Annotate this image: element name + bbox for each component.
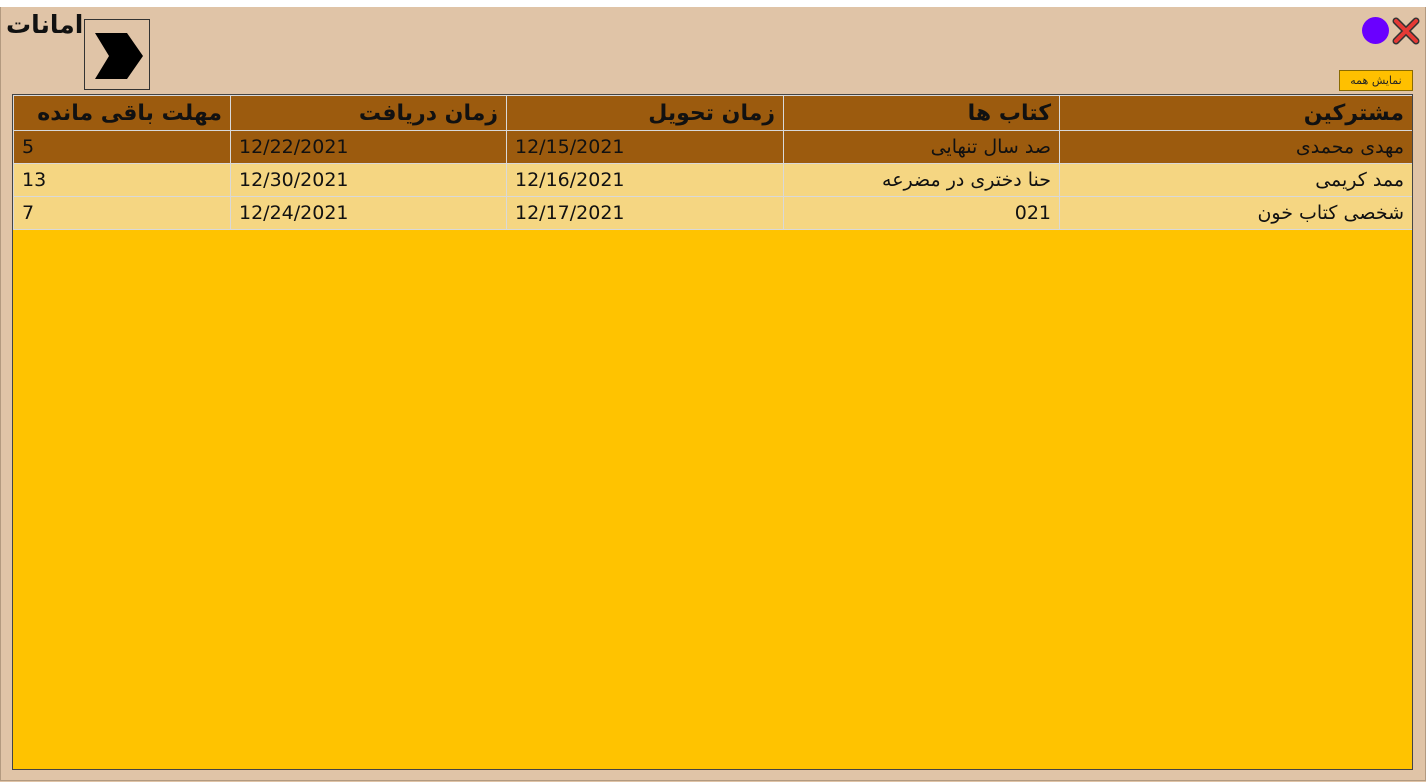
cell-member[interactable]: شخصی کتاب خون (1059, 196, 1412, 230)
cell-book[interactable]: حنا دختری در مضرعه (783, 163, 1060, 197)
page-title: امانات (6, 10, 84, 39)
cell-remaining[interactable]: 13 (13, 163, 231, 197)
column-header-receive-date[interactable]: زمان دریافت (230, 95, 507, 131)
cell-book[interactable]: صد سال تنهایی (783, 130, 1060, 164)
table-row[interactable]: مهدی محمدی صد سال تنهایی 12/15/2021 12/2… (13, 130, 1412, 164)
chevron-right-icon (95, 33, 143, 79)
table-row[interactable]: ممد کریمی حنا دختری در مضرعه 12/16/2021 … (13, 163, 1412, 197)
cell-receive-date[interactable]: 12/22/2021 (230, 130, 507, 164)
cell-member[interactable]: مهدی محمدی (1059, 130, 1412, 164)
cell-delivery-date[interactable]: 12/16/2021 (506, 163, 784, 197)
cell-remaining[interactable]: 7 (13, 196, 231, 230)
minimize-button[interactable] (1362, 17, 1389, 44)
back-button[interactable] (84, 19, 150, 90)
column-header-remaining[interactable]: مهلت باقی مانده (13, 95, 231, 131)
column-header-delivery-date[interactable]: زمان تحویل (506, 95, 784, 131)
cell-book[interactable]: 021 (783, 196, 1060, 230)
cell-member[interactable]: ممد کریمی (1059, 163, 1412, 197)
cell-delivery-date[interactable]: 12/17/2021 (506, 196, 784, 230)
column-header-books[interactable]: کتاب ها (783, 95, 1060, 131)
column-header-members[interactable]: مشترکین (1059, 95, 1412, 131)
cell-delivery-date[interactable]: 12/15/2021 (506, 130, 784, 164)
close-button[interactable] (1392, 17, 1420, 45)
cell-receive-date[interactable]: 12/24/2021 (230, 196, 507, 230)
top-strip (0, 0, 1426, 7)
table-header-row: مشترکین کتاب ها زمان تحویل زمان دریافت م… (13, 95, 1412, 131)
cell-receive-date[interactable]: 12/30/2021 (230, 163, 507, 197)
loans-grid[interactable]: مشترکین کتاب ها زمان تحویل زمان دریافت م… (12, 94, 1413, 770)
show-all-button[interactable]: نمایش همه (1339, 70, 1413, 91)
loans-table: مشترکین کتاب ها زمان تحویل زمان دریافت م… (13, 95, 1412, 230)
close-icon (1392, 17, 1420, 45)
cell-remaining[interactable]: 5 (13, 130, 231, 164)
table-row[interactable]: شخصی کتاب خون 021 12/17/2021 12/24/2021 … (13, 196, 1412, 230)
